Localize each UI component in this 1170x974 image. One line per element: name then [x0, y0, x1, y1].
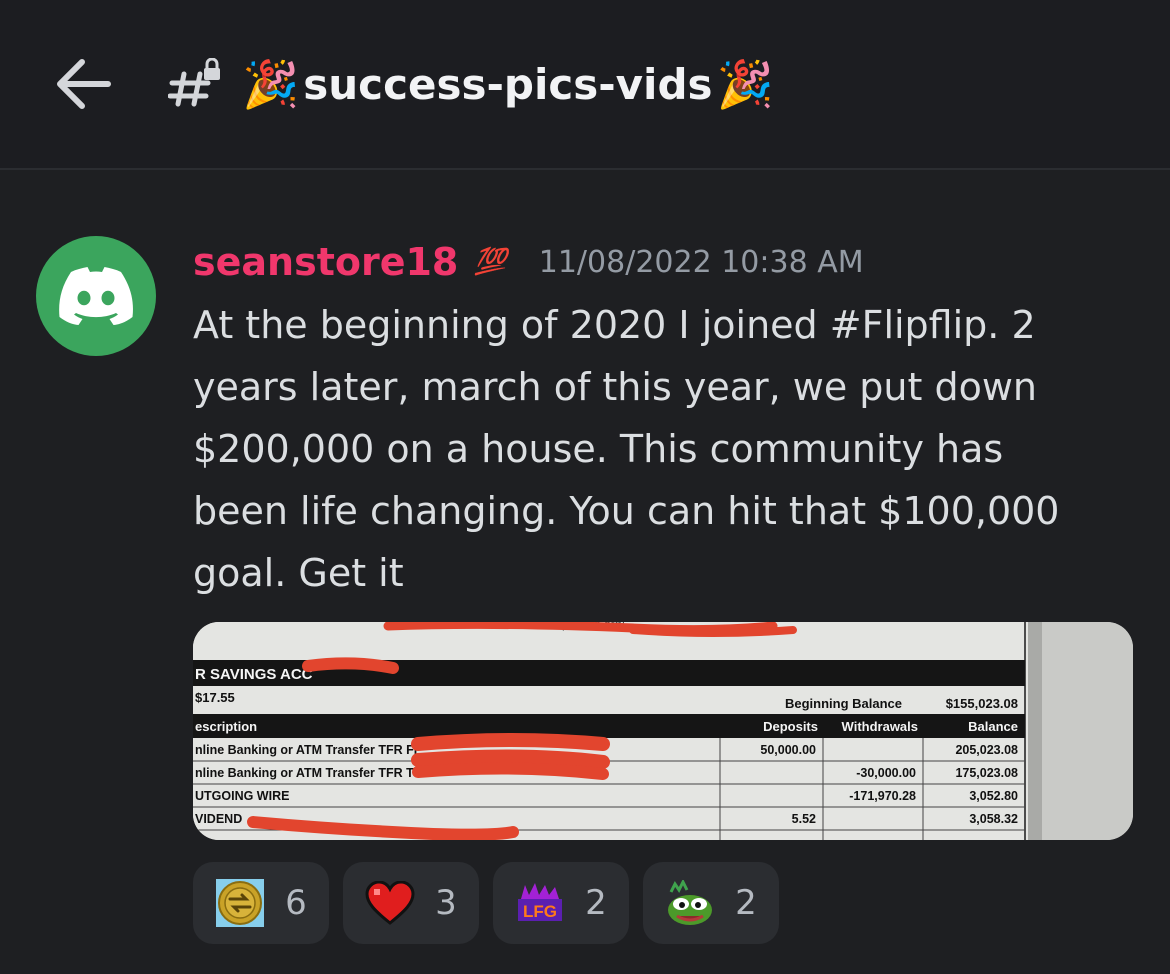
reaction-count: 2 — [735, 883, 757, 923]
channel-header: 🎉 success-pics-vids 🎉 — [0, 0, 1170, 170]
column-description: escription — [195, 719, 257, 734]
message-timestamp: 11/08/2022 10:38 AM — [538, 244, 864, 280]
message-header: seanstore18 💯 11/08/2022 10:38 AM — [193, 236, 864, 288]
channel-title: 🎉 success-pics-vids 🎉 — [242, 52, 774, 116]
red-heart-icon — [365, 878, 415, 928]
row-description: nline Banking or ATM Transfer TFR T — [195, 766, 414, 780]
message-line: At the beginning of 2020 I joined #Flipf… — [193, 303, 1036, 347]
lfg-text: LFG — [523, 902, 557, 921]
reaction-lfg[interactable]: LFG 2 — [493, 862, 629, 944]
message-line: years later, march of this year, we put … — [193, 365, 1038, 409]
row-description: VIDEND — [195, 812, 242, 826]
hundred-points-icon: 💯 — [474, 247, 507, 277]
row-withdrawal: -30,000.00 — [856, 766, 916, 780]
pepe-icon — [665, 878, 715, 928]
reaction-count: 2 — [585, 883, 607, 923]
channel-name-text: success-pics-vids — [303, 59, 713, 109]
row-balance: 175,023.08 — [955, 766, 1018, 780]
column-withdrawals: Withdrawals — [842, 719, 918, 734]
gold-coin-icon — [215, 878, 265, 928]
discord-logo-icon — [59, 267, 133, 325]
lfg-icon: LFG — [515, 878, 565, 928]
row-balance: 3,058.32 — [969, 812, 1018, 826]
message-content: At the beginning of 2020 I joined #Flipf… — [193, 294, 1133, 604]
row-withdrawal: -171,970.28 — [849, 789, 916, 803]
row-description: UTGOING WIRE — [195, 789, 289, 803]
reaction-pepe[interactable]: 2 — [643, 862, 779, 944]
row-balance: 205,023.08 — [955, 743, 1018, 757]
message-line: goal. Get it — [193, 551, 404, 595]
reaction-count: 3 — [435, 883, 457, 923]
beginning-balance-value: $155,023.08 — [946, 696, 1018, 711]
party-popper-icon: 🎉 — [242, 57, 300, 111]
avatar[interactable] — [36, 236, 156, 356]
beginning-balance-label: Beginning Balance — [785, 696, 902, 711]
column-balance: Balance — [968, 719, 1018, 734]
image-attachment[interactable]: visit patelco.org/ R SAVINGS ACC $17.55 … — [193, 622, 1133, 840]
reaction-count: 6 — [285, 883, 307, 923]
reaction-bar: 6 3 LFG 2 2 — [193, 862, 779, 944]
message-line: $200,000 on a house. This community has — [193, 427, 1004, 471]
message-line: been life changing. You can hit that $10… — [193, 489, 1060, 533]
username[interactable]: seanstore18 — [193, 240, 458, 284]
locked-hashtag-icon — [167, 57, 228, 110]
row-balance: 3,052.80 — [969, 789, 1018, 803]
row-deposit: 50,000.00 — [760, 743, 816, 757]
row-deposit: 5.52 — [792, 812, 816, 826]
back-arrow-icon[interactable] — [52, 56, 116, 112]
account-header: R SAVINGS ACC — [195, 666, 313, 683]
account-amount: $17.55 — [195, 690, 235, 705]
reaction-heart[interactable]: 3 — [343, 862, 479, 944]
reaction-coin[interactable]: 6 — [193, 862, 329, 944]
party-popper-icon: 🎉 — [716, 57, 774, 111]
column-deposits: Deposits — [763, 719, 818, 734]
row-description: nline Banking or ATM Transfer TFR FF — [195, 743, 422, 757]
